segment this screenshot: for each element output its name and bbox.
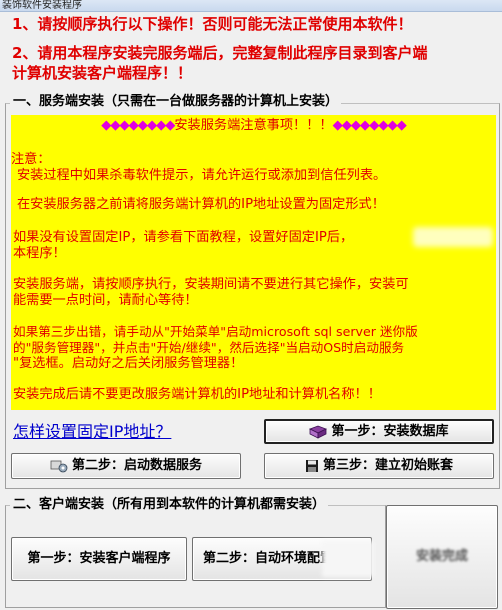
create-initial-account-button[interactable]: 第三步：建立初始账套 <box>264 453 494 479</box>
server-notice-panel: ◆◆◆◆◆◆◆◆安装服务端注意事项！！！◆◆◆◆◆◆◆◆ 注意： 安装过程中如果… <box>11 115 496 410</box>
warning-line-2a: 2、请用本程序安装完服务端后，完整复制此程序目录到客户端 <box>12 44 428 62</box>
service-gear-icon <box>50 459 68 473</box>
notice-paragraph-5b: 的"服务管理器"，并点击"开始/继续"，然后选择"当启动OS时启动服务 <box>13 340 405 355</box>
notice-paragraph-6: 安装完成后请不要更改服务端计算机的IP地址和计算机名称！！ <box>13 387 381 402</box>
notice-label: 注意： <box>11 152 51 167</box>
warning-line-1: 1、请按顺序执行以下操作！否则可能无法正常使用本软件！ <box>12 15 413 33</box>
notice-paragraph-3a: 如果没有设置固定IP，请参看下面教程，设置好固定IP后， <box>13 230 354 245</box>
blurred-button-region <box>322 541 374 577</box>
notice-paragraph-5c: "复选框。启动好之后关闭服务管理器！ <box>13 356 244 371</box>
notice-heading: ◆◆◆◆◆◆◆◆安装服务端注意事项！！！◆◆◆◆◆◆◆◆ <box>11 118 496 134</box>
floppy-disk-icon <box>305 459 319 473</box>
notice-paragraph-5a: 如果第三步出错，请手动从"开始菜单"启动microsoft sql server… <box>13 324 418 339</box>
warning-line-2b: 计算机安装客户端程序！！ <box>12 64 193 82</box>
install-database-label: 第一步：安装数据库 <box>331 423 449 439</box>
fixed-ip-help-link[interactable]: 怎样设置固定IP地址？ <box>13 418 171 442</box>
diamond-decoration-right: ◆◆◆◆◆◆◆◆ <box>332 118 407 133</box>
window-title: 装饰软件安装程序 <box>2 0 82 11</box>
blurred-text-region <box>413 227 493 247</box>
install-client-button[interactable]: 第一步：安装客户端程序 <box>11 537 187 581</box>
notice-paragraph-1: 安装过程中如果杀毒软件提示，请允许运行或添加到信任列表。 <box>17 168 387 183</box>
start-data-service-label: 第二步：启动数据服务 <box>71 458 202 473</box>
notice-heading-text: 安装服务端注意事项！！！ <box>174 118 333 133</box>
notice-paragraph-4b: 能需要一点时间，请耐心等待！ <box>13 293 198 308</box>
install-complete-label: 安装完成 <box>415 549 468 564</box>
install-complete-button[interactable]: 安装完成 <box>386 505 498 609</box>
server-group-legend: 一、服务端安装（只需在一台做服务器的计算机上安装） <box>10 94 342 110</box>
notice-paragraph-2: 在安装服务器之前请将服务端计算机的IP地址设置为固定形式！ <box>17 197 385 212</box>
notice-paragraph-4a: 安装服务端，请按顺序执行，安装期间请不要进行其它操作，安装可 <box>13 277 409 292</box>
create-initial-account-label: 第三步：建立初始账套 <box>322 458 453 473</box>
diamond-decoration-left: ◆◆◆◆◆◆◆◆ <box>101 118 175 133</box>
book-icon <box>309 425 328 439</box>
auto-env-config-label: 第二步：自动环境配置 <box>203 551 334 566</box>
start-data-service-button[interactable]: 第二步：启动数据服务 <box>11 453 241 479</box>
window-titlebar: 装饰软件安装程序 <box>0 0 502 12</box>
install-database-button[interactable]: 第一步：安装数据库 <box>264 419 494 444</box>
install-client-label: 第一步：安装客户端程序 <box>27 551 171 566</box>
client-group-legend: 二、客户端安装（所有用到本软件的计算机都需安装） <box>10 497 329 513</box>
notice-paragraph-3b: 本程序！ <box>13 246 66 261</box>
